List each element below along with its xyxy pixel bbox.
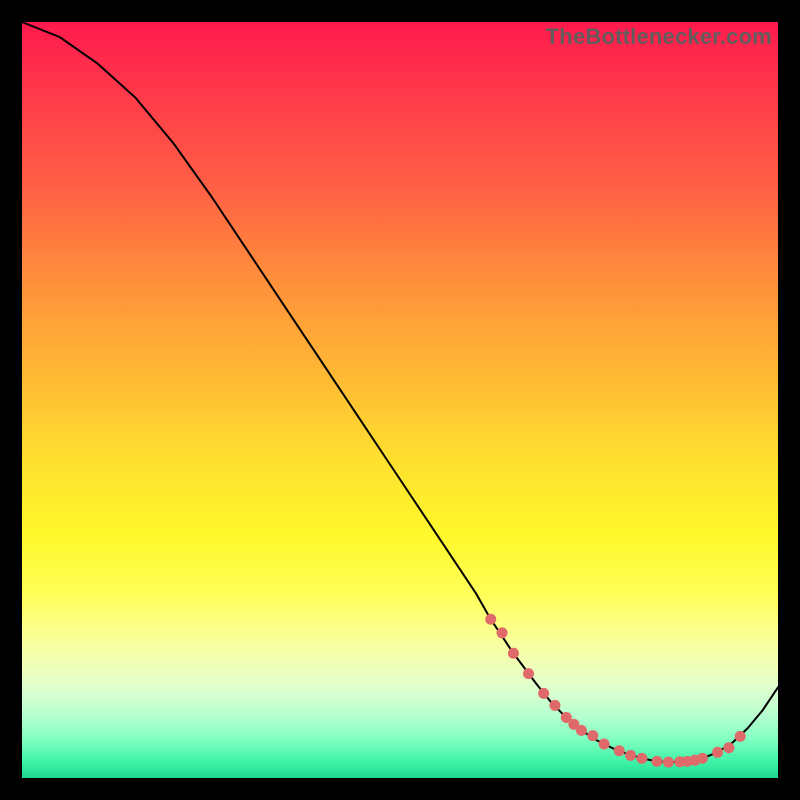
marker-dot (652, 756, 663, 767)
marker-dot (523, 668, 534, 679)
marker-dot (663, 757, 674, 768)
marker-dot (587, 730, 598, 741)
marker-dot (625, 750, 636, 761)
marker-dot (636, 753, 647, 764)
marker-dot (697, 753, 708, 764)
marker-dot (485, 614, 496, 625)
marker-dot (538, 688, 549, 699)
marker-dot (712, 747, 723, 758)
chart-svg (22, 22, 778, 778)
bottleneck-curve (22, 22, 778, 762)
marker-dot (735, 731, 746, 742)
marker-dot (723, 742, 734, 753)
chart-plot-area: TheBottlenecker.com (22, 22, 778, 778)
marker-dot (614, 745, 625, 756)
marker-dot (549, 700, 560, 711)
chart-stage: TheBottlenecker.com (0, 0, 800, 800)
highlight-markers (485, 614, 745, 768)
marker-dot (576, 725, 587, 736)
marker-dot (508, 648, 519, 659)
marker-dot (599, 738, 610, 749)
marker-dot (497, 627, 508, 638)
